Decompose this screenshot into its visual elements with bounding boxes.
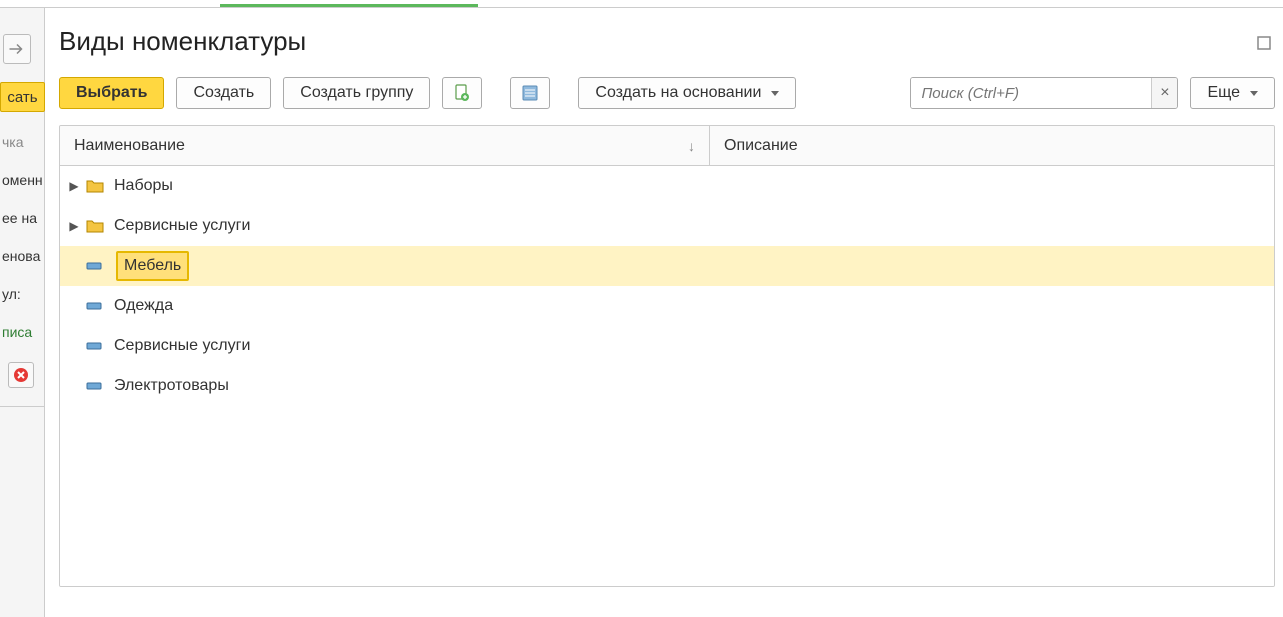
- column-header-name[interactable]: Наименование ↓: [60, 126, 710, 165]
- table-row[interactable]: ▶ Сервисные услуги: [60, 206, 1274, 246]
- left-label-1: чка: [0, 134, 44, 150]
- clear-icon: ×: [1160, 84, 1169, 102]
- left-close-button[interactable]: [8, 362, 34, 388]
- item-icon: [86, 258, 104, 274]
- search-clear-button[interactable]: ×: [1151, 78, 1177, 108]
- row-label: Сервисные услуги: [114, 337, 250, 355]
- left-label-4: енова: [0, 248, 44, 264]
- sort-arrow-icon: ↓: [688, 138, 695, 154]
- arrow-right-icon: [8, 42, 26, 56]
- item-icon: [86, 378, 104, 394]
- item-icon: [86, 338, 104, 354]
- left-save-label: сать: [7, 89, 37, 106]
- table: Наименование ↓ Описание ▶ Наборы ▶: [59, 125, 1275, 587]
- left-divider: [0, 406, 44, 407]
- create-group-label: Создать группу: [300, 84, 413, 102]
- search-box: ×: [910, 77, 1178, 109]
- row-label: Одежда: [114, 297, 173, 315]
- left-save-button[interactable]: сать: [0, 82, 45, 112]
- list-view-button[interactable]: [510, 77, 550, 109]
- select-button[interactable]: Выбрать: [59, 77, 164, 109]
- more-label: Еще: [1207, 84, 1240, 102]
- expand-caret-icon[interactable]: ▶: [68, 219, 80, 233]
- more-button[interactable]: Еще: [1190, 77, 1275, 109]
- table-row[interactable]: ▶ Одежда: [60, 286, 1274, 326]
- table-row[interactable]: ▶ Сервисные услуги: [60, 326, 1274, 366]
- create-group-button[interactable]: Создать группу: [283, 77, 430, 109]
- row-label: Наборы: [114, 177, 173, 195]
- left-label-5: ул:: [0, 286, 44, 302]
- list-icon: [521, 84, 539, 102]
- close-error-icon: [13, 367, 29, 383]
- chevron-down-icon: [1250, 91, 1258, 96]
- column-header-desc[interactable]: Описание: [710, 126, 1274, 165]
- select-label: Выбрать: [76, 84, 147, 102]
- page-title: Виды номенклатуры: [59, 26, 306, 57]
- item-icon: [86, 298, 104, 314]
- search-input[interactable]: [911, 78, 1151, 108]
- back-button[interactable]: [3, 34, 31, 64]
- left-label-3: ее на: [0, 210, 44, 226]
- chevron-down-icon: [771, 91, 779, 96]
- table-row[interactable]: ▶ Мебель: [60, 246, 1274, 286]
- folder-icon: [86, 178, 104, 194]
- toolbar: Выбрать Создать Создать группу Создать н…: [59, 77, 1275, 109]
- col-desc-label: Описание: [724, 137, 798, 155]
- maximize-icon: [1257, 36, 1271, 50]
- left-sidebar: сать чка оменн ее на енова ул: писа: [0, 8, 45, 617]
- create-label: Создать: [193, 84, 254, 102]
- col-name-label: Наименование: [74, 137, 185, 155]
- create-based-button[interactable]: Создать на основании: [578, 77, 796, 109]
- copy-button[interactable]: [442, 77, 482, 109]
- top-tab-bar: [0, 0, 1283, 8]
- left-label-6: писа: [0, 324, 44, 340]
- table-header: Наименование ↓ Описание: [60, 126, 1274, 166]
- document-add-icon: [453, 84, 471, 102]
- table-body: ▶ Наборы ▶ Сервисные услуги ▶ Меб: [60, 166, 1274, 586]
- table-row[interactable]: ▶ Электротовары: [60, 366, 1274, 406]
- row-label: Электротовары: [114, 377, 229, 395]
- expand-caret-icon[interactable]: ▶: [68, 179, 80, 193]
- folder-icon: [86, 218, 104, 234]
- create-button[interactable]: Создать: [176, 77, 271, 109]
- table-row[interactable]: ▶ Наборы: [60, 166, 1274, 206]
- row-label: Мебель: [116, 251, 189, 281]
- row-label: Сервисные услуги: [114, 217, 250, 235]
- active-tab-underline: [220, 4, 478, 7]
- left-label-2: оменн: [0, 172, 44, 188]
- main-panel: Виды номенклатуры Выбрать Создать Создат…: [45, 8, 1283, 617]
- page-title-row: Виды номенклатуры: [59, 26, 1275, 57]
- create-based-label: Создать на основании: [595, 84, 761, 102]
- maximize-button[interactable]: [1257, 26, 1275, 57]
